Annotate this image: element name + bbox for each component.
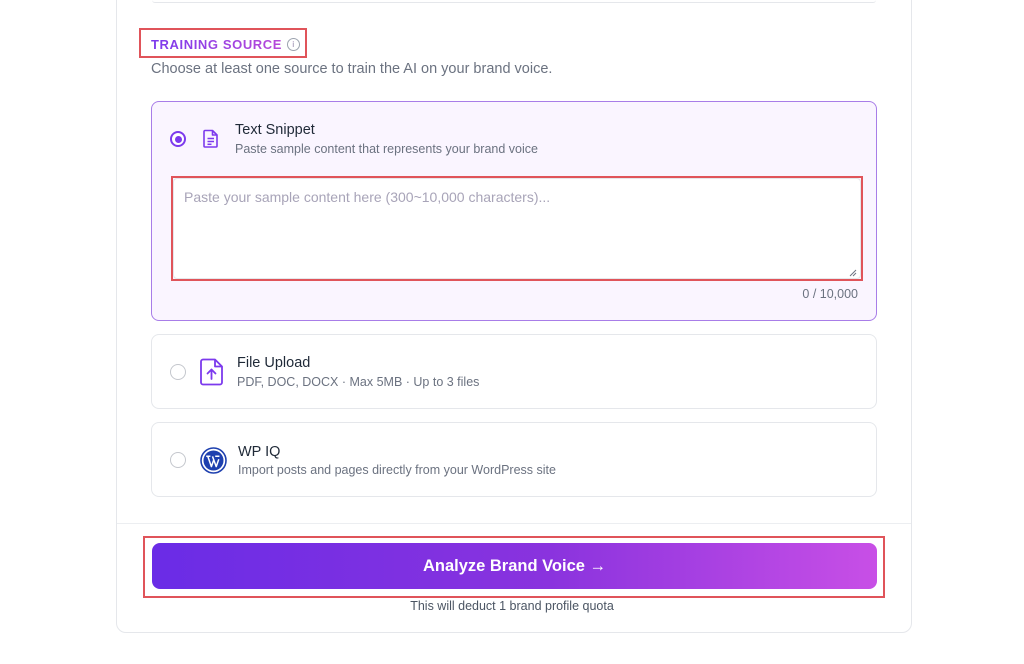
section-title-text: TRAINING SOURCE	[151, 37, 283, 52]
quota-note: This will deduct 1 brand profile quota	[410, 599, 614, 613]
option-card-file-upload[interactable]	[151, 334, 877, 409]
footer-divider	[117, 523, 911, 524]
option-desc-text-snippet: Paste sample content that represents you…	[235, 142, 538, 156]
info-icon[interactable]: i	[287, 38, 301, 51]
character-counter: 0 / 10,000	[802, 287, 858, 301]
option-title-wp-iq: WP IQ	[238, 444, 281, 460]
previous-section-edge	[152, 0, 876, 3]
file-upload-icon	[200, 358, 223, 386]
document-icon	[203, 129, 218, 148]
wordpress-icon	[200, 447, 227, 474]
radio-file-upload[interactable]	[170, 364, 186, 380]
section-title: TRAINING SOURCE i	[151, 37, 301, 52]
option-title-file-upload: File Upload	[237, 355, 311, 371]
radio-wp-iq[interactable]	[170, 452, 186, 468]
option-title-text-snippet: Text Snippet	[235, 122, 315, 138]
section-subtitle: Choose at least one source to train the …	[151, 61, 553, 77]
cta-highlight	[143, 536, 885, 598]
radio-text-snippet[interactable]	[170, 131, 186, 147]
textarea-highlight	[171, 176, 863, 281]
option-desc-wp-iq: Import posts and pages directly from you…	[238, 463, 556, 477]
resize-handle-icon[interactable]	[849, 269, 857, 277]
option-desc-file-upload: PDF, DOC, DOCX · Max 5MB · Up to 3 files	[237, 375, 480, 389]
